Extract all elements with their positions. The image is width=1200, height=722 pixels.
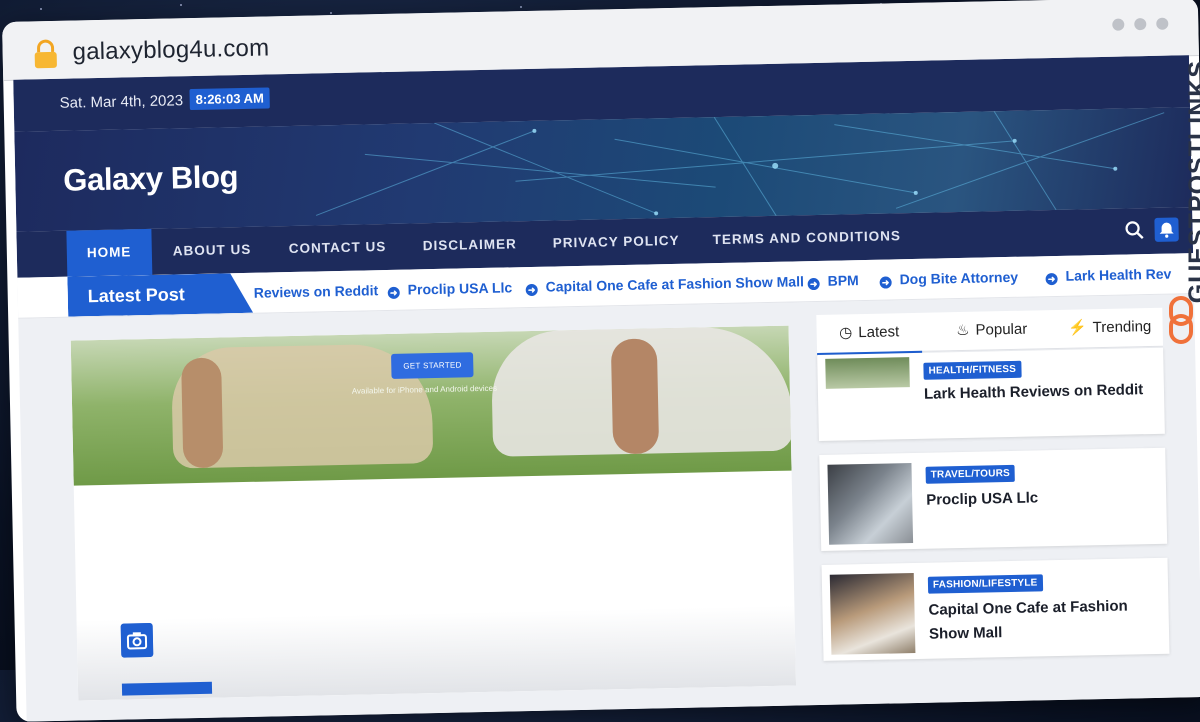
nav-item-contact-us[interactable]: CONTACT US [288, 224, 387, 272]
watermark-text: GUESTPOSTLINKS [1184, 60, 1200, 304]
tab-latest[interactable]: ◷ Latest [816, 312, 923, 357]
category-badge[interactable]: TRAVEL/TOURS [925, 464, 1016, 484]
arrow-circle-icon: ➜ [525, 283, 538, 297]
clock-icon: ◷ [839, 324, 853, 342]
arrow-circle-icon: ➜ [879, 276, 892, 289]
tab-trending[interactable]: ⚡ Trending [1056, 308, 1163, 348]
image-arm-shape [610, 338, 660, 455]
browser-window: galaxyblog4u.com Sat. Mar 4th, 2023 8:26… [2, 0, 1200, 722]
arrow-circle-icon: ➜ [807, 277, 820, 291]
site-title[interactable]: Galaxy Blog [63, 159, 238, 199]
ticker-item-text: Capital One Cafe at Fashion Show Mall [545, 273, 805, 295]
cta-subtitle: Available for iPhone and Android devices [351, 383, 498, 396]
post-title[interactable]: Lark Health Reviews on Reddit [924, 378, 1154, 407]
tab-label: Popular [975, 320, 1028, 339]
sidebar-tabs: ◷ Latest ♨ Popular ⚡ Trending [816, 307, 1164, 357]
website-viewport: Sat. Mar 4th, 2023 8:26:03 AM Galaxy Blo… [13, 55, 1200, 722]
ticker-item-text: Proclip USA Llc [407, 279, 513, 298]
nav-item-home[interactable]: HOME [66, 228, 152, 277]
arrow-circle-icon: ➜ [1045, 272, 1058, 286]
ticker-item[interactable]: ➜ Dog Bite Attorney [879, 269, 1018, 289]
ticker-label: Latest Post [67, 273, 253, 317]
window-dot-icon[interactable] [1112, 18, 1125, 31]
ticker-item[interactable]: ➜ BPM [807, 272, 859, 291]
link-logo-icon [1169, 296, 1193, 344]
window-dot-icon[interactable] [1134, 18, 1147, 31]
ticker-item[interactable]: ➜ Lark Health Rev [1045, 265, 1172, 286]
get-started-button[interactable]: GET STARTED [391, 352, 474, 379]
featured-image[interactable]: GET STARTED Available for iPhone and And… [70, 325, 794, 486]
lock-icon [34, 39, 57, 69]
search-icon[interactable] [1124, 220, 1144, 240]
tab-label: Latest [858, 323, 900, 342]
current-time: 8:26:03 AM [189, 87, 271, 111]
sidebar-post-card[interactable]: TRAVEL/TOURS Proclip USA Llc [819, 447, 1168, 551]
sidebar: ◷ Latest ♨ Popular ⚡ Trending HEALTH/FITNES… [816, 307, 1170, 661]
ticker-item[interactable]: ➜ Capital One Cafe at Fashion Show Mall [525, 273, 805, 297]
guestpostlinks-watermark: GUESTPOSTLINKS [1158, 60, 1200, 350]
post-thumbnail[interactable] [825, 357, 910, 389]
window-controls [1112, 17, 1169, 31]
window-dot-icon[interactable] [1156, 17, 1169, 30]
post-thumbnail[interactable] [827, 463, 914, 545]
fire-icon: ♨ [955, 321, 970, 340]
category-badge[interactable]: FASHION/LIFESTYLE [927, 574, 1043, 594]
ticker-item-text: BPM [827, 272, 859, 289]
nav-item-privacy-policy[interactable]: PRIVACY POLICY [552, 218, 680, 267]
tab-popular[interactable]: ♨ Popular [936, 310, 1047, 350]
sidebar-post-card[interactable]: HEALTH/FITNESS Lark Health Reviews on Re… [817, 347, 1165, 441]
nav-item-about-us[interactable]: ABOUT US [172, 227, 252, 275]
sidebar-post-card[interactable]: FASHION/LIFESTYLE Capital One Cafe at Fa… [821, 557, 1170, 661]
image-arm-shape [181, 357, 224, 469]
camera-icon[interactable] [120, 622, 154, 658]
featured-post[interactable]: GET STARTED Available for iPhone and And… [70, 325, 797, 701]
ticker-item-text: Dog Bite Attorney [899, 268, 1019, 288]
nav-item-disclaimer[interactable]: DISCLAIMER [422, 221, 517, 269]
post-title[interactable]: Capital One Cafe at Fashion Show Mall [928, 594, 1159, 647]
ticker-item-text: Lark Health Rev [1065, 265, 1172, 284]
arrow-circle-icon: ➜ [387, 286, 400, 299]
nav-item-terms-and-conditions[interactable]: TERMS AND CONDITIONS [712, 213, 902, 263]
category-badge-partial[interactable] [121, 681, 213, 696]
post-thumbnail[interactable] [829, 573, 916, 655]
ticker-item-text: Reviews on Reddit [253, 282, 379, 301]
ticker-item[interactable]: Reviews on Reddit [254, 282, 379, 301]
current-date: Sat. Mar 4th, 2023 [59, 92, 184, 112]
post-title[interactable]: Proclip USA Llc [926, 484, 1156, 513]
ticker-item[interactable]: ➜ Proclip USA Llc [387, 279, 513, 299]
category-badge[interactable]: HEALTH/FITNESS [923, 360, 1022, 380]
address-bar-url[interactable]: galaxyblog4u.com [72, 34, 269, 66]
tab-label: Trending [1092, 317, 1152, 337]
bolt-icon: ⚡ [1067, 319, 1087, 337]
